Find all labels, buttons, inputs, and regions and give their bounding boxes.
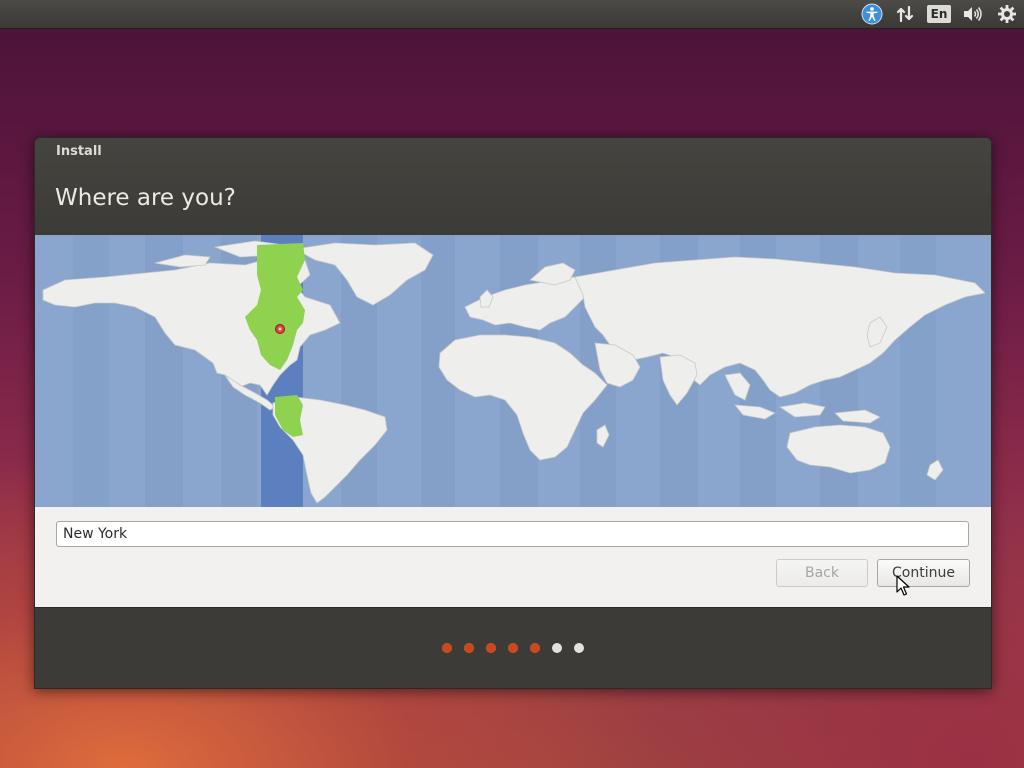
progress-dot <box>486 643 496 653</box>
installer-window: Install Where are you? New York Back Con… <box>34 137 992 689</box>
progress-dot <box>442 643 452 653</box>
progress-dot <box>508 643 518 653</box>
progress-dot <box>552 643 562 653</box>
window-title: Install <box>56 144 102 159</box>
back-button[interactable]: Back <box>776 559 868 587</box>
window-header: Install Where are you? <box>35 138 991 235</box>
location-marker <box>275 324 285 334</box>
network-icon[interactable] <box>892 3 918 25</box>
top-panel: En <box>0 0 1024 29</box>
progress-dot <box>574 643 584 653</box>
progress-dot <box>530 643 540 653</box>
timezone-map[interactable] <box>35 235 991 507</box>
gear-icon[interactable] <box>994 3 1020 25</box>
page-title: Where are you? <box>55 185 236 211</box>
progress-dots <box>442 643 584 653</box>
volume-icon[interactable] <box>959 3 985 25</box>
progress-footer <box>35 607 991 688</box>
continue-button[interactable]: Continue <box>877 559 970 587</box>
location-panel: Back Continue <box>35 507 991 607</box>
progress-dot <box>464 643 474 653</box>
mouse-cursor-icon <box>896 575 910 596</box>
keyboard-language-indicator[interactable]: En <box>926 3 952 25</box>
accessibility-icon[interactable] <box>859 3 885 25</box>
language-label: En <box>926 5 952 23</box>
location-input[interactable] <box>56 521 969 547</box>
